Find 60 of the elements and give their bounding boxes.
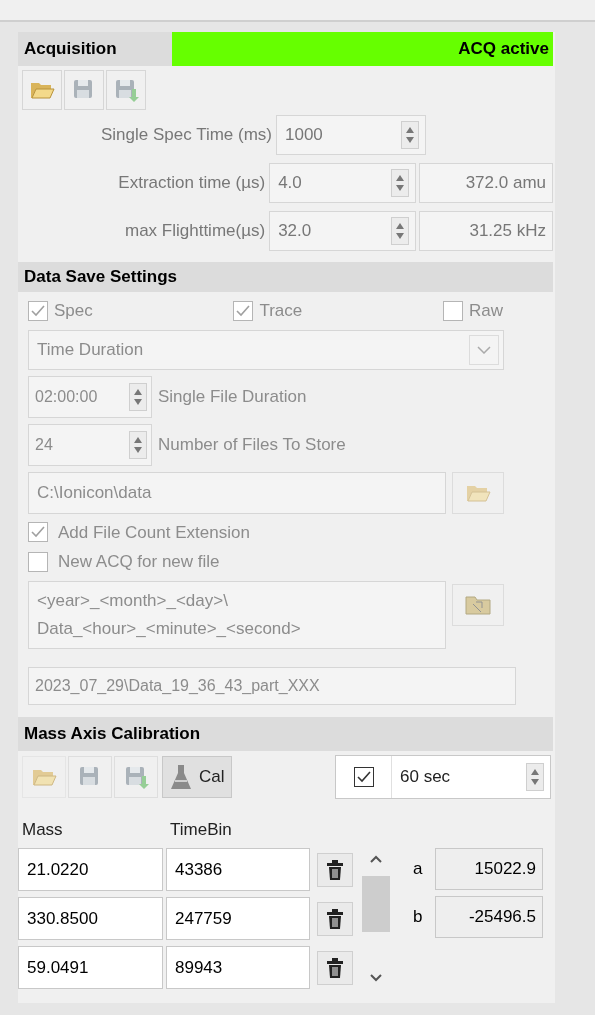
open-button[interactable] bbox=[22, 70, 62, 110]
flask-icon bbox=[169, 762, 193, 791]
readout-field: 372.0 amu bbox=[418, 163, 553, 203]
spin-arrows-icon[interactable] bbox=[526, 762, 544, 791]
section-title: Acquisition bbox=[18, 32, 172, 66]
checkbox-label: Raw bbox=[469, 300, 503, 322]
trash-icon bbox=[326, 859, 344, 880]
readout-field: 31.25 kHz bbox=[418, 211, 553, 251]
preview-field: 2023_07_29\Data_19_36_43_part_XXX bbox=[28, 666, 516, 705]
field-label: Extraction time (µs) bbox=[117, 172, 267, 195]
column-header: TimeBin bbox=[170, 818, 233, 841]
delete-button[interactable] bbox=[317, 852, 353, 887]
spin-label: Number of Files To Store bbox=[158, 433, 346, 456]
spin-arrows-icon[interactable] bbox=[390, 169, 409, 197]
field-label: Single Spec Time (ms) bbox=[100, 124, 273, 147]
folder-icon bbox=[464, 593, 492, 616]
template-button[interactable] bbox=[452, 583, 504, 626]
checkbox-label: Trace bbox=[259, 300, 303, 322]
cal-button[interactable]: Cal bbox=[162, 755, 232, 798]
field-label: max Flighttime(µs) bbox=[124, 220, 267, 243]
trash-icon bbox=[326, 908, 344, 929]
scroll-up-icon[interactable] bbox=[369, 854, 383, 864]
spin-box[interactable]: 1000 bbox=[276, 115, 426, 155]
table-cell[interactable]: 59.0491 bbox=[18, 946, 163, 989]
table-cell[interactable]: 89943 bbox=[166, 946, 310, 989]
scroll-down-icon[interactable] bbox=[369, 973, 383, 983]
delete-button[interactable] bbox=[317, 901, 353, 936]
save-as-button[interactable] bbox=[114, 755, 158, 798]
coefficient-label: a bbox=[413, 858, 424, 881]
spin-arrows-icon[interactable] bbox=[401, 121, 419, 149]
status-bar: ACQ active bbox=[172, 32, 553, 66]
coefficient-field: -25496.5 bbox=[435, 896, 543, 938]
spin-arrows-icon[interactable] bbox=[129, 382, 147, 411]
spin-box[interactable]: 32.0 bbox=[269, 211, 416, 251]
chevron-down-icon bbox=[469, 334, 499, 365]
spin-label: Single File Duration bbox=[158, 385, 307, 408]
spin-arrows-icon[interactable] bbox=[390, 217, 409, 245]
browse-button[interactable] bbox=[452, 471, 504, 514]
spin-box[interactable]: 4.0 bbox=[269, 163, 416, 203]
section-title: Data Save Settings bbox=[18, 262, 553, 292]
save-button[interactable] bbox=[68, 755, 112, 798]
table-cell[interactable]: 247759 bbox=[166, 897, 310, 940]
checkbox-label: Spec bbox=[54, 300, 93, 322]
save-button[interactable] bbox=[64, 70, 104, 110]
coefficient-field: 15022.9 bbox=[435, 848, 543, 890]
spin-arrows-icon[interactable] bbox=[129, 430, 147, 459]
checkbox-label: Add File Count Extension bbox=[58, 521, 250, 544]
open-button[interactable] bbox=[22, 755, 66, 798]
column-header: Mass bbox=[22, 818, 64, 841]
delete-button[interactable] bbox=[317, 950, 353, 985]
coefficient-label: b bbox=[413, 906, 424, 929]
table-cell[interactable]: 21.0220 bbox=[18, 848, 163, 891]
trash-icon bbox=[326, 957, 344, 978]
checkbox-label: New ACQ for new file bbox=[58, 551, 220, 573]
floppy-arrow-icon bbox=[113, 77, 139, 103]
section-title: Mass Axis Calibration bbox=[18, 716, 553, 751]
checkbox[interactable] bbox=[353, 766, 374, 787]
table-cell[interactable]: 43386 bbox=[166, 848, 310, 891]
save-as-button[interactable] bbox=[106, 70, 146, 110]
table-cell[interactable]: 330.8500 bbox=[18, 897, 163, 940]
